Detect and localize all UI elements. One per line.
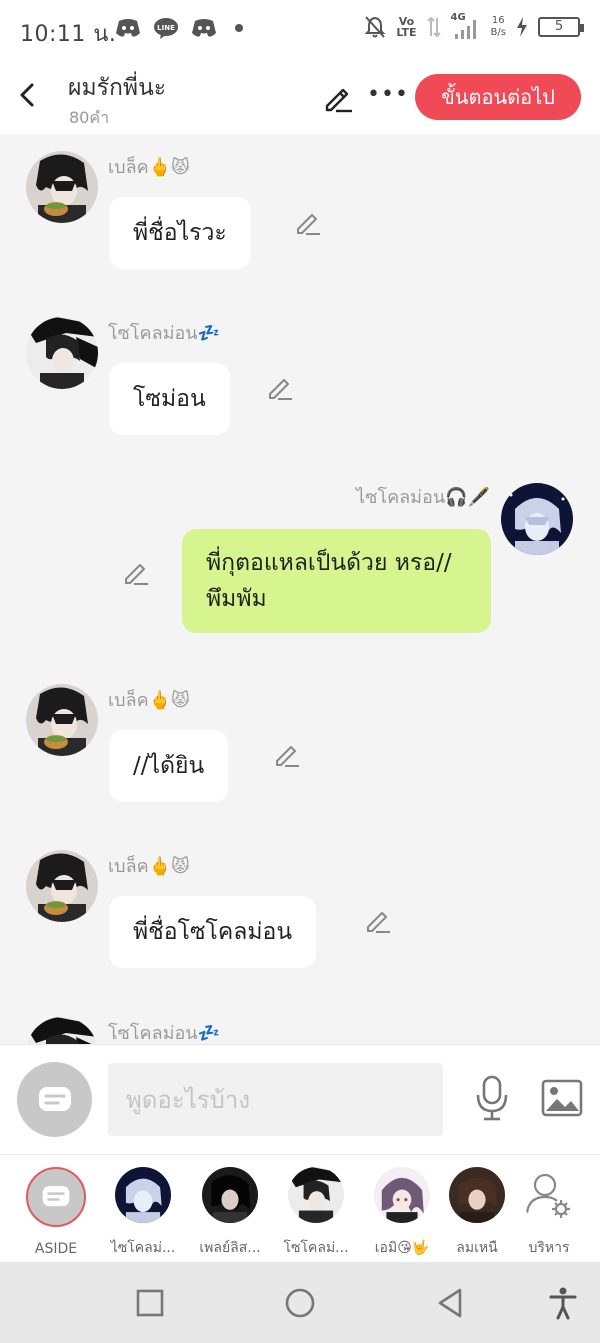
more-options-button[interactable]: ••• <box>367 82 409 107</box>
avatar-black[interactable] <box>26 151 98 223</box>
aside-toggle-button[interactable] <box>17 1062 92 1137</box>
status-time: 10:11 น. <box>20 22 117 47</box>
participant-item[interactable]: เอมิ😘🤟 <box>362 1167 442 1259</box>
microphone-icon[interactable] <box>474 1075 510 1121</box>
back-triangle-icon[interactable] <box>434 1286 468 1320</box>
edit-title-pencil-icon[interactable] <box>322 82 354 114</box>
charging-icon <box>517 17 527 37</box>
network-speed: 16 B/s <box>490 15 506 38</box>
word-count: 80คำ <box>69 108 110 127</box>
sender-name: เบล็ค🖕😾 <box>108 856 190 877</box>
message-item: เบล็ค🖕😾 พี่ชื่อโซโคลม่อน <box>0 833 600 983</box>
message-item-own: ไซโคลม่อน🎧🖋️ พี่กุตอแหลเป็นด้วย หรอ//พึม… <box>0 466 600 646</box>
participant-label: ไซโคลม่... <box>110 1240 176 1256</box>
next-step-button[interactable]: ขั้นตอนต่อไป <box>415 74 581 120</box>
image-icon[interactable] <box>541 1079 583 1117</box>
chat-title: ผมรักพี่นะ <box>68 75 167 101</box>
manage-participants-button[interactable]: บริหาร <box>509 1167 589 1259</box>
participant-avatar <box>449 1167 505 1223</box>
user-gear-icon <box>521 1167 577 1223</box>
participant-label: เพลย์ลิส... <box>199 1240 261 1256</box>
aside-avatar <box>26 1167 86 1227</box>
participant-item[interactable]: ไซโคลม่... <box>103 1167 183 1259</box>
volte-indicator: Vo LTE <box>396 15 417 39</box>
mute-bell-icon <box>364 16 386 38</box>
participant-item[interactable]: เพลย์ลิส... <box>190 1167 270 1259</box>
message-item: โซโคลม่อน💤 โซม่อน <box>0 300 600 450</box>
participant-label: ลมเหนื <box>456 1240 498 1256</box>
message-bubble[interactable]: //ได้ยิน <box>109 730 229 802</box>
participant-item[interactable]: โซโคลม่... <box>276 1167 356 1259</box>
back-chevron-icon[interactable] <box>14 78 44 112</box>
discord-icon <box>116 19 140 37</box>
message-input[interactable] <box>108 1063 443 1136</box>
chat-header: ผมรักพี่นะ 80คำ ••• ขั้นตอนต่อไป <box>0 60 600 134</box>
message-bubble[interactable]: พี่ชื่อโซโคลม่อน <box>109 896 317 968</box>
sender-name: เบล็ค🖕😾 <box>108 157 190 178</box>
status-indicators: Vo LTE 4G 16 B/s 5 <box>364 12 584 40</box>
message-bubble-own[interactable]: พี่กุตอแหลเป็นด้วย หรอ//พึมพัม <box>182 529 491 633</box>
participant-avatar <box>202 1167 258 1223</box>
participant-label: ASIDE <box>34 1241 78 1257</box>
sender-name: โซโคลม่อน💤 <box>108 1023 221 1044</box>
edit-message-pencil-icon[interactable] <box>273 741 301 769</box>
participant-aside[interactable]: ASIDE <box>16 1167 96 1257</box>
data-arrows-icon <box>426 16 441 38</box>
avatar-black[interactable] <box>26 684 98 756</box>
signal-icon: 4G <box>451 12 481 40</box>
status-bar: 10:11 น. LINE Vo LTE 4G 16 B/s 5 <box>0 0 600 60</box>
system-nav-bar <box>0 1262 600 1343</box>
edit-message-pencil-icon[interactable] <box>364 907 392 935</box>
sender-name: โซโคลม่อน💤 <box>108 323 221 344</box>
avatar-sokolmon[interactable] <box>26 317 98 389</box>
battery-indicator: 5 <box>538 17 584 37</box>
edit-message-pencil-icon[interactable] <box>122 559 150 587</box>
message-item: เบล็ค🖕😾 พี่ชื่อไรวะ <box>0 134 600 284</box>
participant-label: บริหาร <box>528 1240 570 1256</box>
recent-apps-square-icon[interactable] <box>133 1286 167 1320</box>
participant-label: โซโคลม่... <box>283 1240 349 1256</box>
message-item: โซโคลม่อน💤 <box>0 1000 600 1044</box>
participant-avatar <box>288 1167 344 1223</box>
chat-bubble-icon <box>42 1186 70 1207</box>
avatar-psycolmon[interactable] <box>501 483 573 555</box>
chat-messages[interactable]: เบล็ค🖕😾 พี่ชื่อไรวะ โซโคลม่อน💤 โซม่อน ไซ… <box>0 134 600 1044</box>
avatar-sokolmon[interactable] <box>26 1017 98 1044</box>
avatar-black[interactable] <box>26 850 98 922</box>
svg-text:LINE: LINE <box>157 24 175 32</box>
line-icon: LINE <box>154 18 178 39</box>
home-circle-icon[interactable] <box>283 1286 317 1320</box>
message-bubble[interactable]: พี่ชื่อไรวะ <box>109 197 251 269</box>
participant-label: เอมิ😘🤟 <box>374 1240 430 1256</box>
message-item: เบล็ค🖕😾 //ได้ยิน <box>0 667 600 817</box>
sender-name: ไซโคลม่อน🎧🖋️ <box>356 487 490 508</box>
message-input-bar <box>0 1044 600 1154</box>
participant-item[interactable]: ลมเหนื <box>442 1167 512 1259</box>
message-bubble[interactable]: โซม่อน <box>109 363 230 435</box>
chat-bubble-icon <box>38 1086 71 1111</box>
participant-avatar <box>374 1167 430 1223</box>
edit-message-pencil-icon[interactable] <box>294 209 322 237</box>
more-notifications-dot <box>235 24 243 32</box>
accessibility-icon[interactable] <box>546 1286 580 1320</box>
participant-bar: ASIDE ไซโคลม่... เพลย์ลิส... โซโคลม่... … <box>0 1154 600 1262</box>
notification-icons: LINE <box>115 17 243 39</box>
edit-message-pencil-icon[interactable] <box>266 374 294 402</box>
participant-avatar <box>115 1167 171 1223</box>
sender-name: เบล็ค🖕😾 <box>108 690 190 711</box>
discord-icon <box>192 19 216 37</box>
